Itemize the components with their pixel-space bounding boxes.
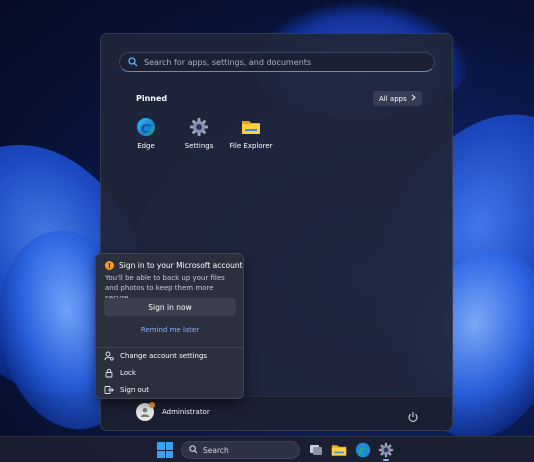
- edge-icon: [136, 117, 156, 137]
- account-flyout: ! Sign in to your Microsoft account You'…: [95, 253, 244, 399]
- power-icon[interactable]: [407, 408, 419, 422]
- pinned-app-label: Settings: [184, 142, 214, 150]
- sign-in-button[interactable]: Sign in now: [104, 298, 236, 316]
- lock-item[interactable]: Lock: [104, 368, 136, 378]
- edge-icon[interactable]: [355, 442, 371, 458]
- gear-icon[interactable]: [378, 442, 394, 458]
- change-account-settings-item[interactable]: Change account settings: [104, 351, 207, 361]
- user-name: Administrator: [162, 408, 210, 416]
- user-account-button[interactable]: Administrator: [136, 402, 210, 421]
- taskbar-search-box[interactable]: Search: [181, 441, 300, 459]
- pinned-app-file-explorer[interactable]: File Explorer: [223, 117, 279, 150]
- menu-item-label: Sign out: [120, 386, 149, 394]
- search-icon: [189, 444, 198, 456]
- taskbar-search-label: Search: [203, 445, 229, 455]
- pinned-app-label: File Explorer: [229, 142, 273, 150]
- all-apps-button[interactable]: All apps: [373, 91, 422, 106]
- notification-dot: [149, 402, 155, 408]
- folder-icon[interactable]: [331, 442, 347, 458]
- account-settings-icon: [104, 351, 114, 361]
- start-search-box[interactable]: [119, 52, 435, 72]
- menu-item-label: Lock: [120, 369, 136, 377]
- pinned-app-settings[interactable]: Settings: [171, 117, 227, 150]
- lock-icon: [104, 368, 114, 378]
- avatar: [136, 402, 155, 421]
- sign-out-icon: [104, 385, 114, 395]
- folder-icon: [241, 117, 261, 137]
- gear-icon: [189, 117, 209, 137]
- pinned-app-edge[interactable]: Edge: [118, 117, 174, 150]
- start-user-bar: Administrator: [101, 396, 452, 430]
- menu-item-label: Change account settings: [120, 352, 208, 360]
- pinned-heading: Pinned: [136, 94, 168, 103]
- taskbar: Search: [0, 436, 534, 462]
- flyout-title: ! Sign in to your Microsoft account: [105, 261, 243, 270]
- chevron-right-icon: [411, 94, 416, 103]
- task-view-icon[interactable]: [308, 442, 324, 458]
- sign-out-item[interactable]: Sign out: [104, 385, 149, 395]
- search-icon: [126, 55, 140, 69]
- search-input[interactable]: [144, 57, 424, 67]
- pinned-app-label: Edge: [137, 142, 155, 150]
- flyout-title-text: Sign in to your Microsoft account: [119, 261, 243, 270]
- all-apps-label: All apps: [379, 94, 407, 103]
- remind-later-link[interactable]: Remind me later: [104, 326, 236, 334]
- active-app-indicator: [383, 459, 389, 461]
- warning-icon: !: [105, 261, 114, 270]
- divider: [96, 347, 243, 348]
- windows-start-icon[interactable]: [157, 442, 173, 458]
